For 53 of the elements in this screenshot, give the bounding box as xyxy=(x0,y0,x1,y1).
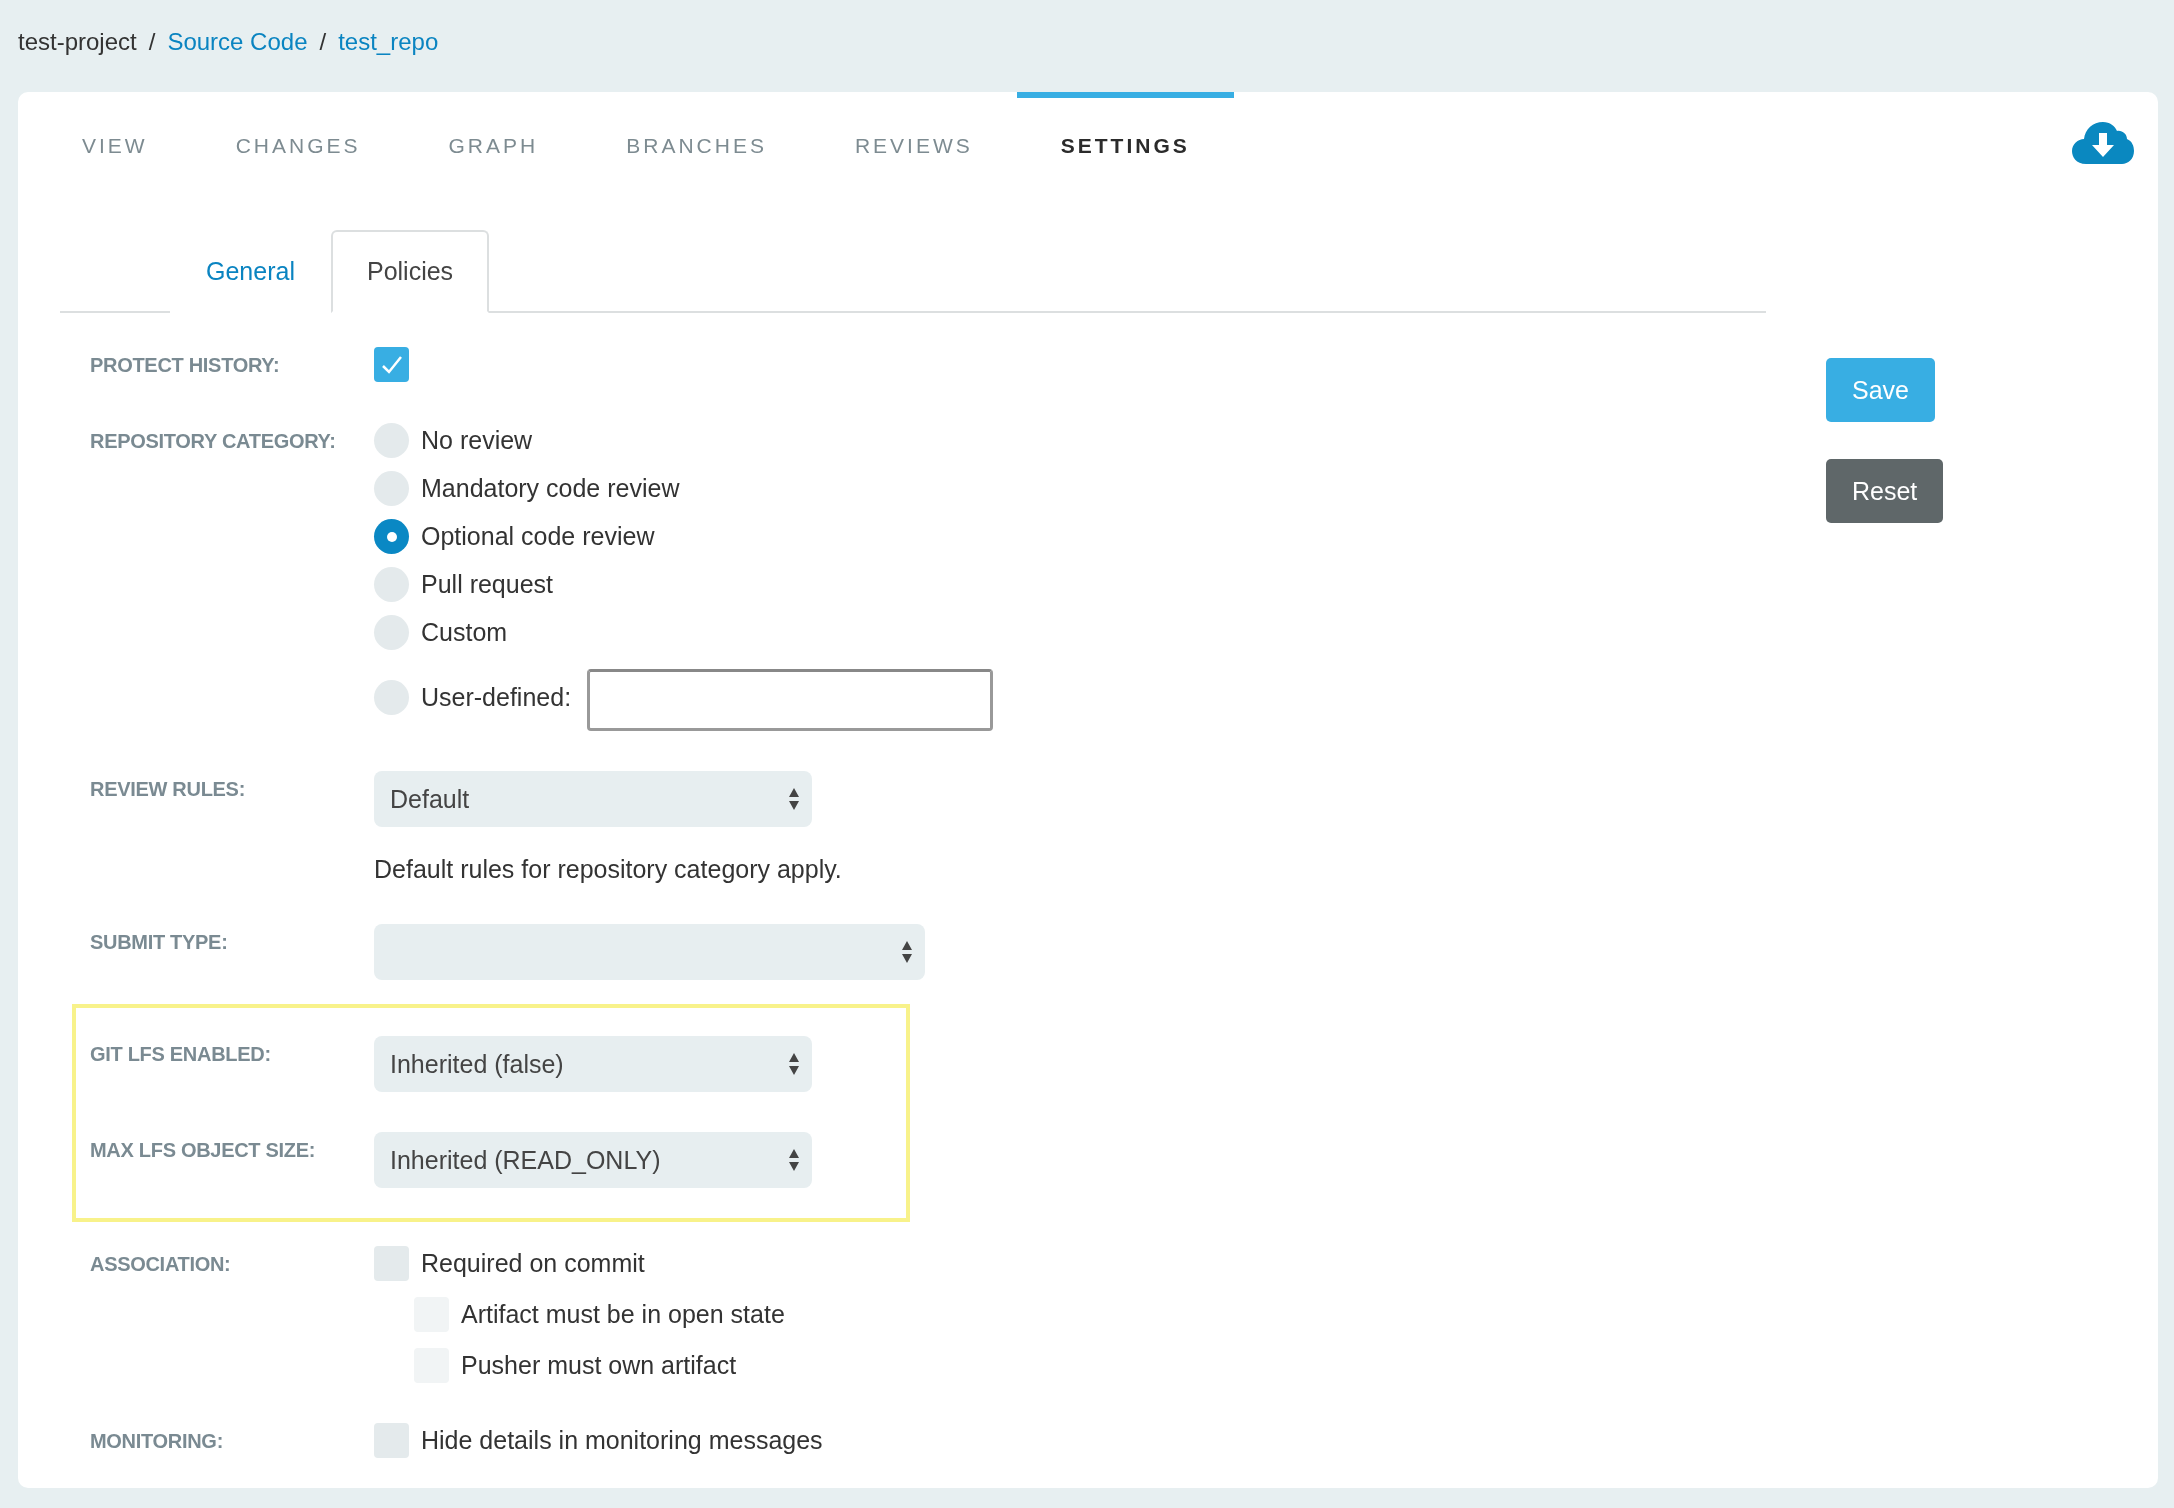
select-dropdown[interactable]: Inherited (false) xyxy=(374,1036,812,1092)
save-button[interactable]: Save xyxy=(1826,358,1935,422)
radio-label: User-defined: xyxy=(421,682,572,712)
field-label: REPOSITORY CATEGORY: xyxy=(90,429,336,454)
field-label: MONITORING: xyxy=(90,1429,223,1454)
nav-tab[interactable]: VIEW xyxy=(38,92,192,166)
checkbox-label: Hide details in monitoring messages xyxy=(421,1426,823,1455)
field-label: ASSOCIATION: xyxy=(90,1252,231,1277)
nav-tab[interactable]: CHANGES xyxy=(191,92,405,166)
radio-label: No review xyxy=(421,426,533,455)
field-label: PROTECT HISTORY: xyxy=(90,353,280,378)
radio-label: Optional code review xyxy=(421,522,655,551)
nav-tab[interactable]: SETTINGS xyxy=(1016,92,1234,166)
field-label: MAX LFS OBJECT SIZE: xyxy=(90,1138,316,1163)
checkbox-label: Artifact must be in open state xyxy=(461,1300,785,1329)
checkbox-label: Required on commit xyxy=(421,1249,645,1278)
nav-tab[interactable]: GRAPH xyxy=(404,92,583,166)
breadcrumb-link[interactable]: Source Code xyxy=(167,28,308,56)
radio-button[interactable] xyxy=(374,567,409,602)
field-label: SUBMIT TYPE: xyxy=(90,930,228,955)
field-label: REVIEW RULES: xyxy=(90,777,245,802)
nav-tab[interactable]: REVIEWS xyxy=(810,92,1017,166)
breadcrumb-separator: / xyxy=(319,28,327,56)
breadcrumb-text: test-project xyxy=(18,28,137,56)
field-label: GIT LFS ENABLED: xyxy=(90,1042,271,1067)
sort-arrows-icon xyxy=(788,787,800,811)
breadcrumb-link[interactable]: test_repo xyxy=(338,28,439,56)
checkbox[interactable] xyxy=(374,1423,409,1458)
radio-button[interactable] xyxy=(374,423,409,458)
sort-arrows-icon xyxy=(901,940,913,964)
select-dropdown[interactable]: Inherited (READ_ONLY) xyxy=(374,1132,812,1188)
nav-tab[interactable]: BRANCHES xyxy=(582,92,811,166)
reset-button[interactable]: Reset xyxy=(1826,459,1944,523)
select-dropdown[interactable]: Default xyxy=(374,771,812,827)
sub-tab[interactable]: Policies xyxy=(330,230,490,313)
radio-label: Custom xyxy=(421,618,508,647)
radio-button[interactable] xyxy=(374,679,409,715)
sort-arrows-icon xyxy=(788,1052,800,1076)
radio-button[interactable] xyxy=(374,519,409,554)
checkbox-label: Pusher must own artifact xyxy=(461,1351,737,1380)
breadcrumb-separator: / xyxy=(148,28,156,56)
hint-text: Default rules for repository category apply. xyxy=(374,855,842,884)
radio-label: Pull request xyxy=(421,570,554,599)
checkmark-icon xyxy=(380,354,403,375)
select-dropdown[interactable] xyxy=(374,924,925,980)
radio-button[interactable] xyxy=(374,615,409,650)
checkbox[interactable] xyxy=(374,1246,409,1281)
radio-button[interactable] xyxy=(374,471,409,506)
sort-arrows-icon xyxy=(788,1148,800,1172)
checkbox[interactable] xyxy=(374,347,409,382)
input-field[interactable] xyxy=(587,669,994,731)
radio-label: Mandatory code review xyxy=(421,474,680,503)
cloud-download-icon[interactable] xyxy=(2072,120,2134,166)
